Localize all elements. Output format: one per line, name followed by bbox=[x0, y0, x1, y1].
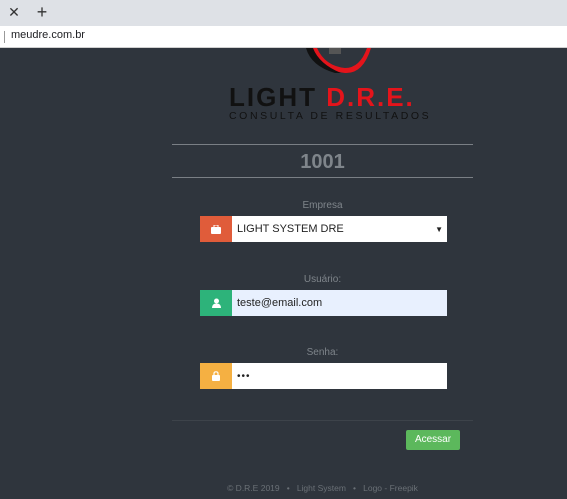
senha-field[interactable]: ••• bbox=[200, 363, 447, 389]
acessar-button[interactable]: Acessar bbox=[406, 430, 460, 450]
company-code: 1001 bbox=[300, 151, 345, 173]
usuario-label: Usuário: bbox=[303, 274, 342, 285]
footer-separator: • bbox=[353, 483, 357, 493]
chevron-down-icon: ▼ bbox=[435, 224, 443, 234]
empresa-select[interactable]: LIGHT SYSTEM DRE ▼ bbox=[200, 216, 447, 242]
address-bar[interactable]: meudre.com.br bbox=[0, 26, 567, 48]
divider-bottom bbox=[172, 177, 473, 178]
usuario-input[interactable]: teste@email.com bbox=[232, 290, 447, 316]
empresa-label: Empresa bbox=[302, 200, 343, 211]
form-divider bbox=[172, 420, 473, 421]
footer: © D.R.E 2019 • Light System • Logo - Fre… bbox=[172, 483, 473, 493]
user-icon bbox=[200, 290, 232, 316]
new-tab-icon[interactable]: + bbox=[33, 3, 51, 21]
empresa-select-box[interactable]: LIGHT SYSTEM DRE ▼ bbox=[232, 216, 447, 242]
browser-tab-bar: ✕ + bbox=[0, 0, 567, 26]
lock-icon bbox=[200, 363, 232, 389]
empresa-selected-value: LIGHT SYSTEM DRE bbox=[237, 223, 344, 235]
close-tab-icon[interactable]: ✕ bbox=[6, 4, 22, 20]
logo-subtitle: CONSULTA DE RESULTADOS bbox=[229, 110, 432, 122]
logo-title: LIGHT D.R.E. bbox=[229, 84, 415, 110]
logo-emblem-icon bbox=[306, 48, 371, 74]
address-url[interactable]: meudre.com.br bbox=[11, 29, 85, 41]
senha-input[interactable]: ••• bbox=[232, 363, 447, 389]
footer-separator: • bbox=[286, 483, 290, 493]
senha-label: Senha: bbox=[306, 347, 339, 358]
usuario-field[interactable]: teste@email.com bbox=[200, 290, 447, 316]
logo-title-dre: D.R.E. bbox=[326, 82, 415, 112]
briefcase-icon bbox=[200, 216, 232, 242]
footer-copyright: © D.R.E 2019 bbox=[227, 483, 280, 493]
address-separator bbox=[4, 31, 5, 43]
divider-top bbox=[172, 144, 473, 145]
footer-company-link[interactable]: Light System bbox=[297, 483, 346, 493]
footer-credit-link[interactable]: Logo - Freepik bbox=[363, 483, 418, 493]
logo-title-light: LIGHT bbox=[229, 82, 327, 112]
